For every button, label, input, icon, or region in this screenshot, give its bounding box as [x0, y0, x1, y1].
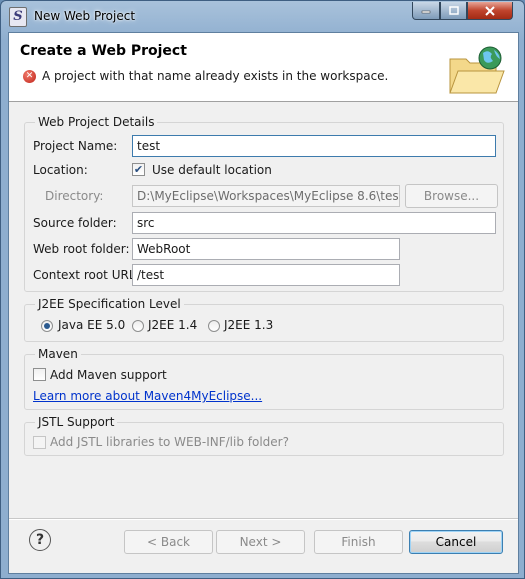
radio-j2ee-1-3[interactable] — [208, 320, 220, 332]
close-icon — [484, 5, 496, 16]
help-icon[interactable]: ? — [29, 529, 51, 551]
add-maven-support-checkbox[interactable] — [33, 368, 46, 381]
dialog-window: S New Web Project Create a Web Project ✕… — [0, 0, 525, 579]
source-folder-input[interactable]: src — [132, 212, 496, 234]
add-jstl-libraries-checkbox[interactable] — [33, 436, 46, 449]
cancel-button[interactable]: Cancel — [409, 530, 503, 554]
use-default-location-label[interactable]: Use default location — [152, 163, 272, 177]
radio-j2ee-1-4[interactable] — [132, 320, 144, 332]
context-root-url-label: Context root URL: — [33, 268, 140, 282]
jstl-support-title: JSTL Support — [35, 415, 118, 429]
title-bar[interactable]: S New Web Project — [1, 1, 524, 31]
finish-button[interactable]: Finish — [314, 530, 403, 554]
add-jstl-libraries-label[interactable]: Add JSTL libraries to WEB-INF/lib folder… — [50, 435, 289, 449]
close-button[interactable] — [467, 2, 513, 20]
radio-java-ee-5[interactable] — [41, 320, 53, 332]
directory-input[interactable]: D:\MyEclipse\Workspaces\MyEclipse 8.6\te… — [132, 185, 400, 207]
directory-label: Directory: — [45, 189, 104, 203]
context-root-url-input[interactable]: /test — [132, 264, 400, 286]
maven-title: Maven — [35, 347, 81, 361]
radio-j2ee-1-3-label[interactable]: J2EE 1.3 — [224, 318, 273, 332]
learn-more-maven-link[interactable]: Learn more about Maven4MyEclipse... — [33, 389, 262, 403]
window-title: New Web Project — [34, 9, 136, 23]
web-root-folder-input[interactable]: WebRoot — [132, 238, 400, 260]
wizard-header: Create a Web Project ✕ A project with th… — [9, 33, 518, 102]
jstl-support-group: JSTL Support Add JSTL libraries to WEB-I… — [24, 415, 504, 456]
add-maven-support-label[interactable]: Add Maven support — [50, 368, 167, 382]
minimize-button[interactable] — [412, 2, 440, 20]
source-folder-label: Source folder: — [33, 216, 117, 230]
web-root-folder-label: Web root folder: — [33, 242, 130, 256]
web-project-details-group: Web Project Details Project Name: test L… — [24, 115, 504, 292]
minimize-icon — [421, 8, 431, 14]
error-icon: ✕ — [23, 70, 36, 83]
maximize-icon — [448, 6, 459, 15]
maven-group: Maven Add Maven support Learn more about… — [24, 347, 504, 410]
error-message: A project with that name already exists … — [42, 69, 389, 83]
radio-j2ee-1-4-label[interactable]: J2EE 1.4 — [148, 318, 197, 332]
folder-globe-icon — [446, 45, 506, 97]
myeclipse-app-icon: S — [9, 7, 27, 27]
next-button[interactable]: Next > — [216, 530, 305, 554]
browse-button[interactable]: Browse... — [405, 184, 498, 208]
location-label: Location: — [33, 163, 88, 177]
maximize-button[interactable] — [440, 2, 467, 20]
page-title: Create a Web Project — [20, 43, 187, 59]
back-button[interactable]: < Back — [124, 530, 213, 554]
footer-separator — [9, 518, 518, 520]
j2ee-spec-level-title: J2EE Specification Level — [35, 297, 184, 311]
dialog-content: Create a Web Project ✕ A project with th… — [8, 32, 519, 574]
radio-java-ee-5-label[interactable]: Java EE 5.0 — [58, 318, 125, 332]
project-name-input[interactable]: test — [132, 135, 496, 157]
project-name-label: Project Name: — [33, 139, 118, 153]
j2ee-spec-level-group: J2EE Specification Level Java EE 5.0 J2E… — [24, 297, 504, 342]
use-default-location-checkbox[interactable]: ✔ — [132, 163, 145, 176]
web-project-details-title: Web Project Details — [35, 115, 158, 129]
